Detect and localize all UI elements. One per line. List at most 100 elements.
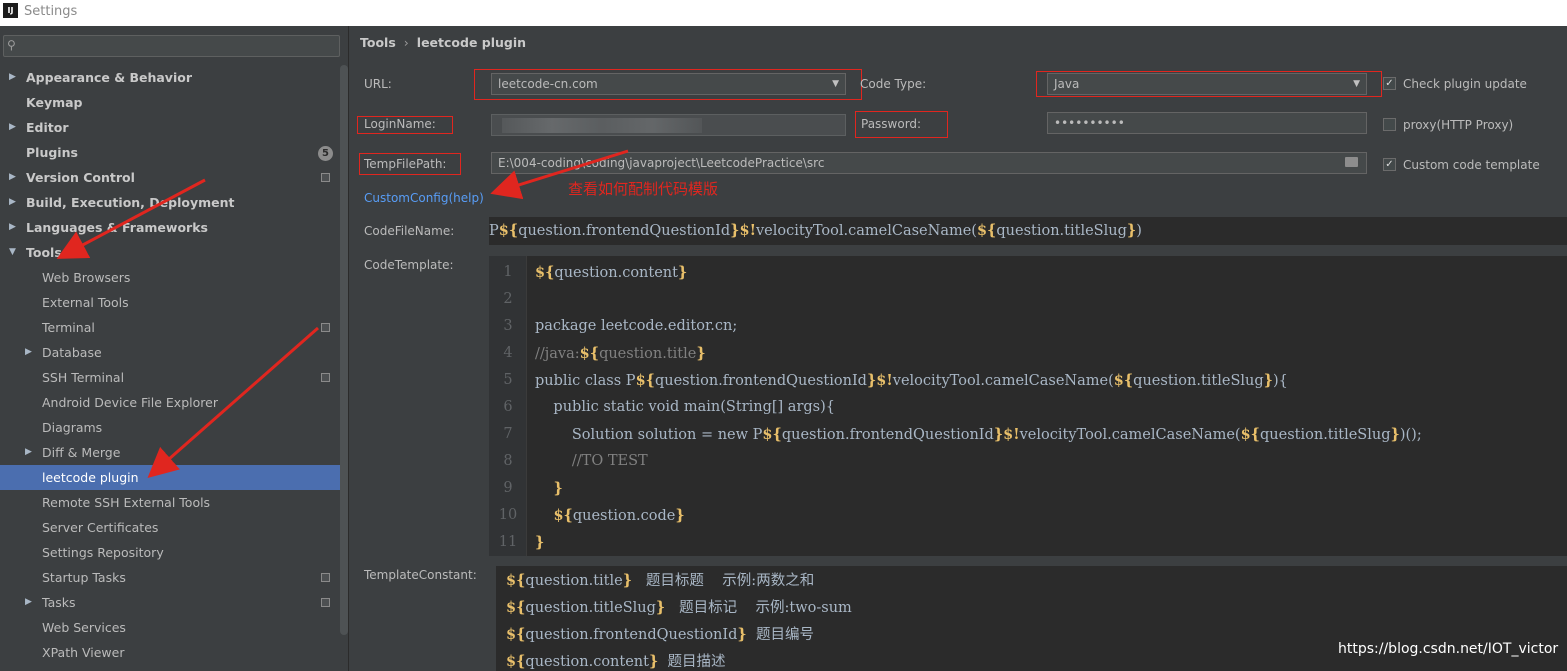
highlight-box-url: [474, 69, 862, 100]
code-line: public static void main(String[] args){: [535, 399, 835, 415]
code-type-label: Code Type:: [860, 77, 927, 91]
sidebar-scrollbar[interactable]: [340, 65, 348, 635]
template-constant-line: ${question.titleSlug} 题目标记 示例:two-sum: [506, 599, 852, 616]
sidebar-item-tasks[interactable]: ▶ Tasks: [0, 590, 340, 615]
sidebar-item-android-device-file-explorer[interactable]: Android Device File Explorer: [0, 390, 340, 415]
sidebar-item-remote-ssh-external-tools[interactable]: Remote SSH External Tools: [0, 490, 340, 515]
temp-file-path-value: E:\004-coding\coding\javaproject\Leetcod…: [498, 156, 825, 170]
search-icon: ⚲: [7, 38, 16, 52]
sidebar-item-label: Diagrams: [42, 420, 103, 435]
code-line: //java:${question.title}: [535, 345, 706, 362]
collapsed-arrow-icon[interactable]: ▶: [9, 215, 16, 240]
sidebar-item-plugins[interactable]: Plugins 5: [0, 140, 340, 165]
sidebar-item-web-services[interactable]: Web Services: [0, 615, 340, 640]
sidebar-item-label: Tasks: [42, 595, 76, 610]
code-file-name-editor[interactable]: P${question.frontendQuestionId}$!velocit…: [489, 217, 1567, 245]
sidebar-item-label: Web Services: [42, 620, 126, 635]
sidebar-item-label: Remote SSH External Tools: [42, 495, 211, 510]
line-number: 10: [498, 507, 518, 523]
breadcrumb-current: leetcode plugin: [416, 35, 527, 50]
highlight-box-password: [855, 111, 948, 138]
project-level-icon: [321, 573, 330, 582]
sidebar-item-label: Server Certificates: [42, 520, 159, 535]
line-number: 6: [503, 399, 513, 415]
template-constant-line: ${question.frontendQuestionId} 题目编号: [506, 626, 814, 643]
sidebar-item-startup-tasks[interactable]: Startup Tasks: [0, 565, 340, 590]
expanded-arrow-icon[interactable]: ▼: [9, 240, 16, 265]
sidebar-item-label: Web Browsers: [42, 270, 131, 285]
sidebar-item-leetcode-plugin[interactable]: leetcode plugin: [0, 465, 340, 490]
settings-search-input[interactable]: ⚲: [3, 35, 340, 57]
sidebar-item-build-execution-deployment[interactable]: ▶ Build, Execution, Deployment: [0, 190, 340, 215]
collapsed-arrow-icon[interactable]: ▶: [9, 115, 16, 140]
check-plugin-update-checkbox[interactable]: ✓: [1383, 77, 1396, 90]
sidebar-item-label: Terminal: [42, 320, 95, 335]
custom-config-help-link[interactable]: CustomConfig(help): [364, 191, 484, 205]
code-line: }: [535, 534, 545, 551]
highlight-box-login: [357, 116, 453, 134]
code-line: ${question.code}: [553, 507, 685, 524]
sidebar-item-label: Startup Tasks: [42, 570, 126, 585]
settings-sidebar: ⚲ ▶ Appearance & Behavior Keymap ▶ Editor Plu…: [0, 26, 349, 671]
collapsed-arrow-icon[interactable]: ▶: [9, 190, 16, 215]
sidebar-item-database[interactable]: ▶ Database: [0, 340, 340, 365]
folder-icon[interactable]: [1345, 157, 1358, 167]
proxy-label: proxy(HTTP Proxy): [1403, 118, 1514, 132]
code-line: ${question.content}: [535, 264, 688, 281]
line-number: 5: [503, 372, 513, 388]
collapsed-arrow-icon[interactable]: ▶: [9, 65, 16, 90]
code-file-name-label: CodeFileName:: [364, 224, 455, 238]
template-constant-line: ${question.content} 题目描述: [506, 653, 726, 670]
title-bar: IJ Settings: [0, 0, 1567, 26]
intellij-logo-icon: IJ: [3, 3, 18, 18]
sidebar-item-version-control[interactable]: ▶ Version Control: [0, 165, 340, 190]
line-number: 8: [503, 453, 513, 469]
login-name-input[interactable]: [491, 114, 846, 136]
sidebar-item-diff-merge[interactable]: ▶ Diff & Merge: [0, 440, 340, 465]
sidebar-item-label: XPath Viewer: [42, 645, 125, 660]
sidebar-item-xpath-viewer[interactable]: XPath Viewer: [0, 640, 340, 665]
highlight-box-code-type: [1036, 71, 1382, 97]
project-level-icon: [321, 373, 330, 382]
temp-file-path-input[interactable]: E:\004-coding\coding\javaproject\Leetcod…: [491, 152, 1367, 174]
sidebar-item-external-tools[interactable]: External Tools: [0, 290, 340, 315]
collapsed-arrow-icon[interactable]: ▶: [25, 340, 32, 365]
code-line: package leetcode.editor.cn;: [535, 318, 738, 334]
sidebar-item-appearance-behavior[interactable]: ▶ Appearance & Behavior: [0, 65, 340, 90]
collapsed-arrow-icon[interactable]: ▶: [9, 165, 16, 190]
sidebar-item-languages-frameworks[interactable]: ▶ Languages & Frameworks: [0, 215, 340, 240]
proxy-checkbox[interactable]: [1383, 118, 1396, 131]
collapsed-arrow-icon[interactable]: ▶: [25, 440, 32, 465]
sidebar-item-editor[interactable]: ▶ Editor: [0, 115, 340, 140]
code-line: //TO TEST: [571, 453, 648, 469]
sidebar-item-diagrams[interactable]: Diagrams: [0, 415, 340, 440]
custom-code-template-checkbox[interactable]: ✓: [1383, 158, 1396, 171]
sidebar-item-label: External Tools: [42, 295, 129, 310]
line-number: 11: [498, 534, 518, 550]
highlight-box-temp-path: [359, 153, 461, 175]
sidebar-item-terminal[interactable]: Terminal: [0, 315, 340, 340]
project-level-icon: [321, 323, 330, 332]
breadcrumb-parent[interactable]: Tools: [360, 35, 396, 50]
project-level-icon: [321, 598, 330, 607]
sidebar-item-tools[interactable]: ▼ Tools: [0, 240, 340, 265]
custom-code-template-label: Custom code template: [1403, 158, 1540, 172]
sidebar-item-settings-repository[interactable]: Settings Repository: [0, 540, 340, 565]
line-number: 7: [503, 426, 513, 442]
check-plugin-update-label: Check plugin update: [1403, 77, 1527, 91]
sidebar-item-server-certificates[interactable]: Server Certificates: [0, 515, 340, 540]
sidebar-item-ssh-terminal[interactable]: SSH Terminal: [0, 365, 340, 390]
line-number: 4: [503, 345, 513, 361]
code-template-editor[interactable]: 1 ${question.content} 2 3 package leetcode.e…: [489, 256, 1567, 556]
code-file-name-value: P${question.frontendQuestionId}$!velocit…: [489, 222, 1142, 239]
password-input[interactable]: ••••••••••: [1047, 112, 1367, 134]
sidebar-item-web-browsers[interactable]: Web Browsers: [0, 265, 340, 290]
watermark: https://blog.csdn.net/IOT_victor: [1338, 641, 1559, 657]
sidebar-item-keymap[interactable]: Keymap: [0, 90, 340, 115]
sidebar-item-label: Tools: [26, 245, 62, 260]
window-title: Settings: [24, 4, 78, 19]
sidebar-item-label: Plugins: [26, 145, 78, 160]
collapsed-arrow-icon[interactable]: ▶: [25, 590, 32, 615]
sidebar-item-label: Appearance & Behavior: [26, 70, 192, 85]
sidebar-item-label: Editor: [26, 120, 69, 135]
